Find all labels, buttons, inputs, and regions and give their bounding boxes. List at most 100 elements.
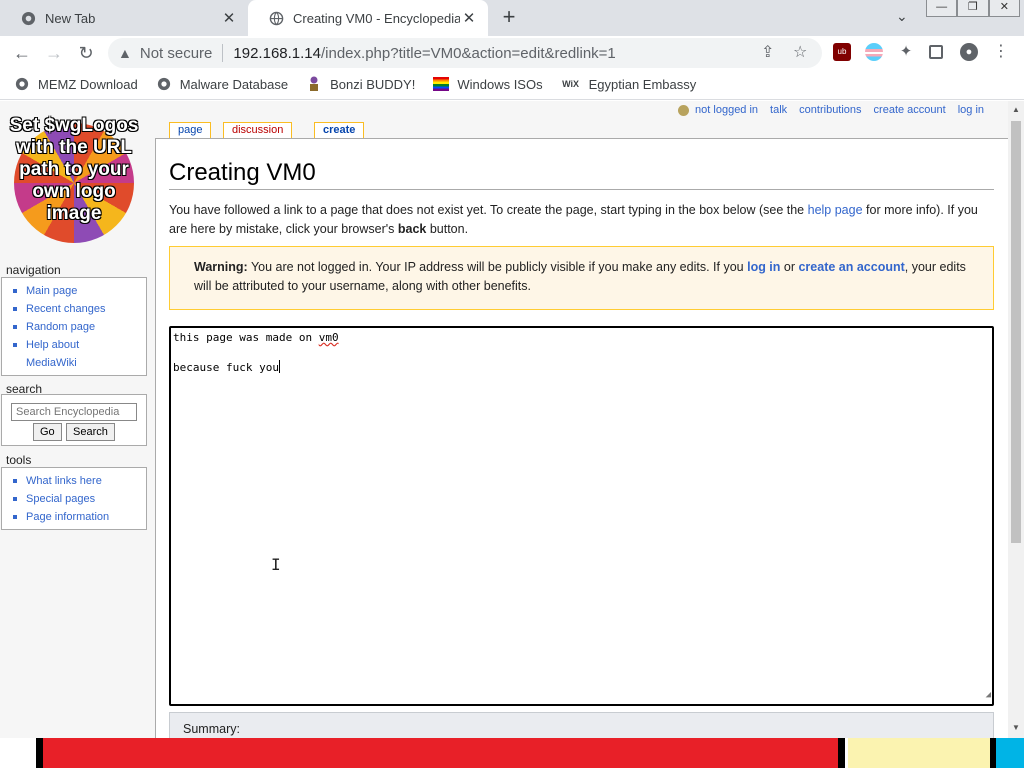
- site-logo[interactable]: Set $wgLogos with the URL path to your o…: [4, 113, 144, 253]
- bookmark-label: Bonzi BUDDY!: [330, 76, 416, 92]
- contributions-link[interactable]: contributions: [799, 104, 861, 116]
- summary-section: Summary:: [169, 712, 994, 738]
- intro-text-c: button.: [426, 222, 469, 236]
- editor-line-1-text: this page was made on: [173, 331, 319, 344]
- navigation-portlet: Main page Recent changes Random page Hel…: [1, 277, 147, 376]
- talk-link[interactable]: talk: [770, 104, 787, 116]
- tab-discussion-label[interactable]: discussion: [232, 124, 283, 136]
- what-links-here-link[interactable]: What links here: [26, 475, 102, 487]
- close-window-button[interactable]: ✕: [988, 0, 1020, 17]
- bookmark-egyptian-embassy[interactable]: WiX Egyptian Embassy: [561, 76, 697, 92]
- address-bar[interactable]: ▲ Not secure 192.168.1.14/index.php?titl…: [108, 38, 822, 68]
- warning-triangle-icon[interactable]: ▲: [118, 45, 132, 61]
- bookmark-bonzi-buddy[interactable]: Bonzi BUDDY!: [306, 76, 415, 92]
- create-account-link[interactable]: create account: [874, 104, 946, 116]
- nav-item[interactable]: Help about MediaWiki: [12, 336, 92, 372]
- tab-page-label[interactable]: page: [178, 124, 202, 136]
- globe-icon: [156, 76, 172, 92]
- close-tab-icon[interactable]: ✕: [460, 9, 478, 27]
- bookmark-malware-database[interactable]: Malware Database: [156, 76, 288, 92]
- main-page-link[interactable]: Main page: [26, 285, 77, 297]
- recent-changes-link[interactable]: Recent changes: [26, 303, 106, 315]
- special-pages-link[interactable]: Special pages: [26, 493, 95, 505]
- maximize-button[interactable]: ❐: [957, 0, 989, 17]
- tab-new-tab[interactable]: New Tab ✕: [0, 0, 248, 36]
- log-in-link[interactable]: log in: [958, 104, 984, 116]
- share-icon[interactable]: ⇪: [761, 42, 774, 62]
- forward-arrow-icon[interactable]: →: [42, 41, 66, 65]
- logo-text: Set $wgLogos with the URL path to your o…: [9, 115, 139, 224]
- help-page-link[interactable]: help page: [808, 203, 863, 217]
- tab-strip: New Tab ✕ Creating VM0 - Encyclopedia ✕ …: [0, 0, 1024, 36]
- nav-item[interactable]: Random page: [12, 318, 146, 336]
- menu-kebab-icon[interactable]: ⋮: [992, 43, 1010, 61]
- page-information-link[interactable]: Page information: [26, 511, 109, 523]
- url-path: /index.php?title=VM0&action=edit&redlink…: [321, 44, 616, 62]
- bookmark-label: Egyptian Embassy: [588, 76, 697, 92]
- tools-heading: tools: [6, 453, 32, 467]
- wix-icon: WiX: [562, 79, 580, 89]
- star-icon[interactable]: ☆: [793, 42, 807, 62]
- page-viewport: not logged in talk contributions create …: [0, 101, 1008, 738]
- bottom-overlay-image: [0, 738, 1024, 768]
- bookmark-label: Windows ISOs: [457, 76, 543, 92]
- go-button[interactable]: Go: [33, 423, 62, 441]
- tools-portlet: What links here Special pages Page infor…: [1, 467, 147, 530]
- search-button[interactable]: Search: [66, 423, 115, 441]
- tab-create-label[interactable]: create: [323, 124, 355, 136]
- warning-label: Warning:: [194, 260, 248, 274]
- bookmarks-bar: MEMZ Download Malware Database Bonzi BUD…: [0, 69, 1024, 100]
- close-tab-icon[interactable]: ✕: [220, 9, 238, 27]
- misspelled-word: vm0: [318, 331, 339, 344]
- bookmark-label: MEMZ Download: [38, 76, 138, 92]
- overlay-cyan-panel: [996, 738, 1024, 768]
- mouse-ibeam-cursor-icon: I: [271, 555, 281, 574]
- security-label[interactable]: Not secure: [140, 45, 213, 62]
- edit-textarea[interactable]: this page was made on vm0 because fuck y…: [169, 326, 994, 706]
- reload-icon[interactable]: ↻: [74, 41, 98, 65]
- tools-item[interactable]: What links here: [12, 472, 146, 490]
- chevron-down-icon[interactable]: ⌄: [896, 8, 908, 25]
- side-panel-icon[interactable]: [929, 45, 943, 59]
- globe-icon: [268, 10, 284, 26]
- intro-text-a: You have followed a link to a page that …: [169, 203, 808, 217]
- navigation-heading: navigation: [6, 263, 61, 277]
- nav-item[interactable]: Recent changes: [12, 300, 146, 318]
- scroll-up-icon[interactable]: ▲: [1012, 105, 1020, 114]
- search-portlet: Go Search: [1, 394, 147, 446]
- page-title: Creating VM0: [169, 159, 994, 190]
- bookmark-windows-isos[interactable]: Windows ISOs: [433, 76, 543, 92]
- tab-page[interactable]: page: [169, 122, 212, 139]
- tab-discussion[interactable]: discussion: [223, 122, 293, 139]
- url-host: 192.168.1.14: [233, 44, 321, 62]
- ublock-icon[interactable]: ub: [833, 43, 851, 61]
- help-link[interactable]: Help about MediaWiki: [26, 339, 79, 369]
- resize-handle-icon[interactable]: ◢: [986, 688, 991, 703]
- bookmark-memz[interactable]: MEMZ Download: [14, 76, 138, 92]
- new-tab-button[interactable]: +: [497, 5, 521, 29]
- warning-text-b: or: [780, 260, 799, 274]
- tab-creating-vm0[interactable]: Creating VM0 - Encyclopedia ✕: [248, 0, 488, 36]
- scrollbar-thumb[interactable]: [1011, 121, 1021, 543]
- profile-avatar-icon[interactable]: ●: [960, 43, 978, 61]
- extension-flag-icon[interactable]: [865, 43, 883, 61]
- tools-item[interactable]: Page information: [12, 508, 146, 526]
- back-arrow-icon[interactable]: ←: [10, 41, 34, 65]
- random-page-link[interactable]: Random page: [26, 321, 95, 333]
- chrome-icon: [20, 10, 36, 26]
- rainbow-flag-icon: [433, 76, 450, 92]
- user-icon: [678, 105, 690, 116]
- warning-log-in-link[interactable]: log in: [747, 260, 780, 274]
- not-logged-in-link[interactable]: not logged in: [695, 104, 758, 116]
- nav-item[interactable]: Main page: [12, 282, 146, 300]
- puzzle-icon[interactable]: ✦: [897, 43, 915, 61]
- scroll-down-icon[interactable]: ▼: [1012, 723, 1020, 732]
- url-text[interactable]: 192.168.1.14/index.php?title=VM0&action=…: [233, 45, 615, 62]
- editor-line-2-text: because fuck you: [173, 361, 279, 374]
- search-input[interactable]: [11, 403, 137, 421]
- page-scrollbar[interactable]: ▲ ▼: [1008, 101, 1024, 738]
- overlay-red-panel: [40, 738, 840, 768]
- tools-item[interactable]: Special pages: [12, 490, 146, 508]
- warning-create-account-link[interactable]: create an account: [798, 260, 904, 274]
- minimize-button[interactable]: —: [926, 0, 958, 17]
